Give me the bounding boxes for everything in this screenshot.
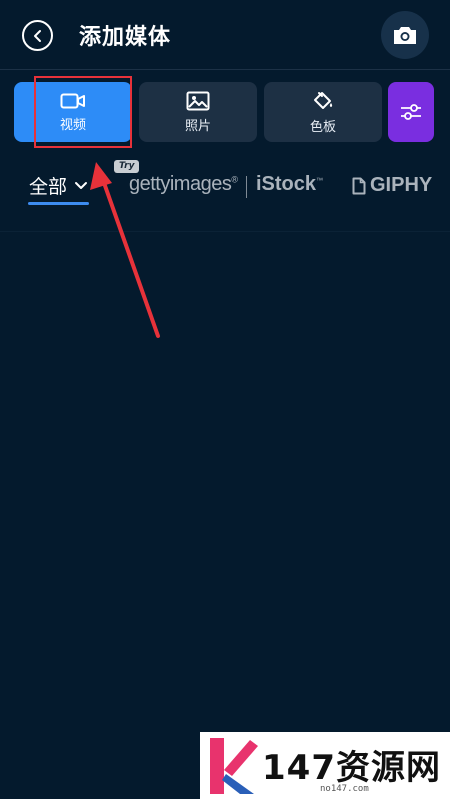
watermark-text: 147资源网 [262, 748, 441, 788]
site-watermark: 147资源网 no147.com [200, 732, 450, 799]
brand-logo-icon [210, 738, 258, 794]
annotation-arrow [90, 162, 160, 338]
watermark-url: no147.com [320, 784, 369, 794]
